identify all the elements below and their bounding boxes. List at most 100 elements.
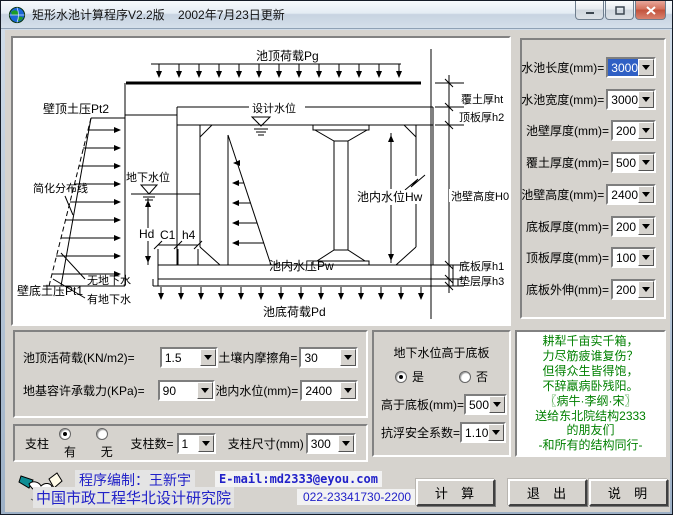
top-slab-thickness-combo[interactable]: 100 — [611, 247, 656, 269]
dropdown-arrow-icon[interactable] — [638, 249, 654, 267]
loads-row: 地基容许承载力(KPa)= 90 池内水位(mm)= 2400 — [23, 380, 358, 402]
label-dim-c1: C1 — [160, 228, 176, 242]
groundwater-no-option[interactable]: 否 — [458, 368, 488, 386]
organization-label: 中国市政工程华北设计研究院 — [33, 487, 235, 508]
email-label: E-mail:md2333@eyou.com — [215, 471, 382, 487]
param-row: 池壁厚度(mm)= 200 — [526, 120, 660, 142]
pillar-yes-radio[interactable] — [59, 428, 72, 440]
live-load-combo[interactable]: 1.5 — [159, 346, 219, 368]
pillar-panel: 支柱 有 无 支柱数= 1 支柱尺寸(mm) 300 — [13, 424, 368, 462]
dropdown-arrow-icon[interactable] — [638, 58, 654, 76]
bearing-capacity-combo[interactable]: 90 — [157, 380, 216, 402]
wall-height-combo[interactable]: 2400 — [606, 183, 656, 205]
pool-width-value[interactable]: 3000 — [608, 91, 638, 108]
wall-thickness-value[interactable]: 200 — [613, 122, 638, 139]
close-icon — [645, 5, 656, 15]
label-dim-top-slab: 顶板厚h2 — [459, 110, 504, 124]
pillar-yes-label: 有 — [64, 445, 77, 459]
pillar-count-value[interactable]: 1 — [179, 435, 198, 452]
groundwater-panel: 地下水位高于底板 是 否 高于底板(mm)= 500 抗浮安全系数= 1.10 — [372, 330, 511, 457]
pillar-size-combo[interactable]: 300 — [305, 432, 356, 454]
base-extension-combo[interactable]: 200 — [611, 279, 656, 301]
maximize-icon — [614, 5, 625, 15]
cover-thickness-combo[interactable]: 500 — [611, 152, 656, 174]
dropdown-arrow-icon[interactable] — [488, 424, 505, 442]
dropdown-arrow-icon[interactable] — [638, 90, 654, 108]
label-simplified-line: 简化分布线 — [33, 181, 88, 195]
base-thickness-value[interactable]: 200 — [613, 218, 638, 235]
label-dim-cover: 覆土厚ht — [461, 93, 503, 106]
dropdown-arrow-icon[interactable] — [638, 154, 654, 172]
dimensions-panel: 水池长度(mm)= 3000 水池宽度(mm)= 3000 池壁厚度(mm)= … — [520, 38, 666, 319]
friction-angle-combo[interactable]: 30 — [299, 346, 358, 368]
anti-float-label: 抗浮安全系数= — [381, 426, 461, 441]
above-base-value[interactable]: 500 — [466, 396, 489, 413]
pool-water-level-combo[interactable]: 2400 — [300, 380, 358, 402]
param-row: 顶板厚度(mm)= 100 — [526, 247, 660, 269]
live-load-label: 池顶活荷载(KN/m2)= — [23, 350, 135, 365]
groundwater-no-radio[interactable] — [458, 371, 471, 384]
help-button[interactable]: 说 明 — [589, 479, 668, 506]
dropdown-arrow-icon[interactable] — [638, 122, 654, 140]
diagram-panel: 池顶荷载Pg 壁顶土压Pt2 简化分布线 设计水位 地下水位 池内水位Hw 池内… — [11, 36, 511, 326]
pillar-size-value[interactable]: 300 — [308, 435, 338, 452]
top-slab-thickness-value[interactable]: 100 — [613, 249, 638, 266]
label-dim-hd: Hd — [139, 227, 154, 241]
pool-length-combo[interactable]: 3000 — [606, 56, 656, 78]
phone-label: 022-23341730-2200 — [297, 489, 418, 505]
pool-length-value[interactable]: 3000 — [608, 58, 638, 76]
pillar-count-combo[interactable]: 1 — [176, 432, 216, 454]
pillar-no-option[interactable]: 无 — [95, 425, 119, 461]
label-inner-water-level: 池内水位Hw — [357, 189, 423, 204]
label-inner-water-pressure: 池内水压Pw — [269, 259, 334, 273]
maximize-button[interactable] — [605, 1, 634, 20]
pillar-yes-option[interactable]: 有 — [59, 425, 82, 461]
exit-button[interactable]: 退 出 — [508, 479, 587, 506]
base-extension-value[interactable]: 200 — [613, 281, 638, 298]
close-button[interactable] — [635, 1, 666, 20]
label-no-groundwater: 无地下水 — [87, 274, 131, 287]
pool-water-level-value[interactable]: 2400 — [302, 382, 340, 399]
dropdown-arrow-icon[interactable] — [489, 395, 506, 413]
groundwater-yes-radio[interactable] — [395, 371, 407, 384]
wall-thickness-combo[interactable]: 200 — [611, 120, 656, 142]
above-base-row: 高于底板(mm)= 500 — [381, 393, 508, 415]
label-wall-top-pressure: 壁顶土压Pt2 — [43, 101, 109, 116]
dropdown-arrow-icon[interactable] — [200, 348, 217, 366]
dropdown-arrow-icon[interactable] — [339, 382, 356, 400]
bearing-capacity-value[interactable]: 90 — [160, 382, 198, 399]
wall-height-label: 池壁高度(mm)= — [521, 187, 605, 202]
minimize-button[interactable] — [575, 1, 604, 20]
label-dim-base-slab: 底板厚h1 — [459, 259, 504, 273]
dropdown-arrow-icon[interactable] — [197, 382, 214, 400]
anti-float-value[interactable]: 1.10 — [462, 424, 488, 441]
dropdown-arrow-icon[interactable] — [340, 348, 356, 366]
poem-line: 送给东北院结构2333 — [535, 408, 646, 423]
base-thickness-combo[interactable]: 200 — [611, 215, 656, 237]
base-thickness-label: 底板厚度(mm)= — [526, 219, 609, 234]
titlebar[interactable]: 矩形水池计算程序V2.2版 2002年7月23日更新 — [1, 1, 672, 29]
dropdown-arrow-icon[interactable] — [638, 217, 654, 235]
param-row: 覆土厚度(mm)= 500 — [526, 152, 660, 174]
calculate-button[interactable]: 计 算 — [416, 479, 495, 506]
groundwater-yes-option[interactable]: 是 — [395, 368, 424, 386]
dropdown-arrow-icon[interactable] — [638, 185, 654, 203]
live-load-value[interactable]: 1.5 — [162, 349, 201, 366]
dropdown-arrow-icon[interactable] — [638, 281, 654, 299]
wall-height-value[interactable]: 2400 — [608, 186, 638, 203]
pillar-no-radio[interactable] — [95, 428, 108, 440]
dropdown-arrow-icon[interactable] — [338, 434, 354, 452]
groundwater-no-label: 否 — [475, 370, 488, 385]
above-base-combo[interactable]: 500 — [464, 393, 508, 415]
dropdown-arrow-icon[interactable] — [197, 434, 214, 452]
loads-row: 池顶活荷载(KN/m2)= 1.5 土壤内摩擦角= 30 — [23, 346, 358, 368]
anti-float-combo[interactable]: 1.10 — [460, 422, 507, 444]
above-base-label: 高于底板(mm)= — [381, 397, 464, 412]
friction-angle-value[interactable]: 30 — [301, 349, 340, 366]
label-ground-water-level: 地下水位 — [126, 170, 170, 184]
cover-thickness-value[interactable]: 500 — [613, 154, 638, 171]
label-top-load: 池顶荷载Pg — [256, 49, 319, 63]
poem-line: 的朋友们 — [566, 423, 615, 438]
pool-length-label: 水池长度(mm)= — [521, 60, 605, 75]
pool-width-combo[interactable]: 3000 — [606, 88, 656, 110]
